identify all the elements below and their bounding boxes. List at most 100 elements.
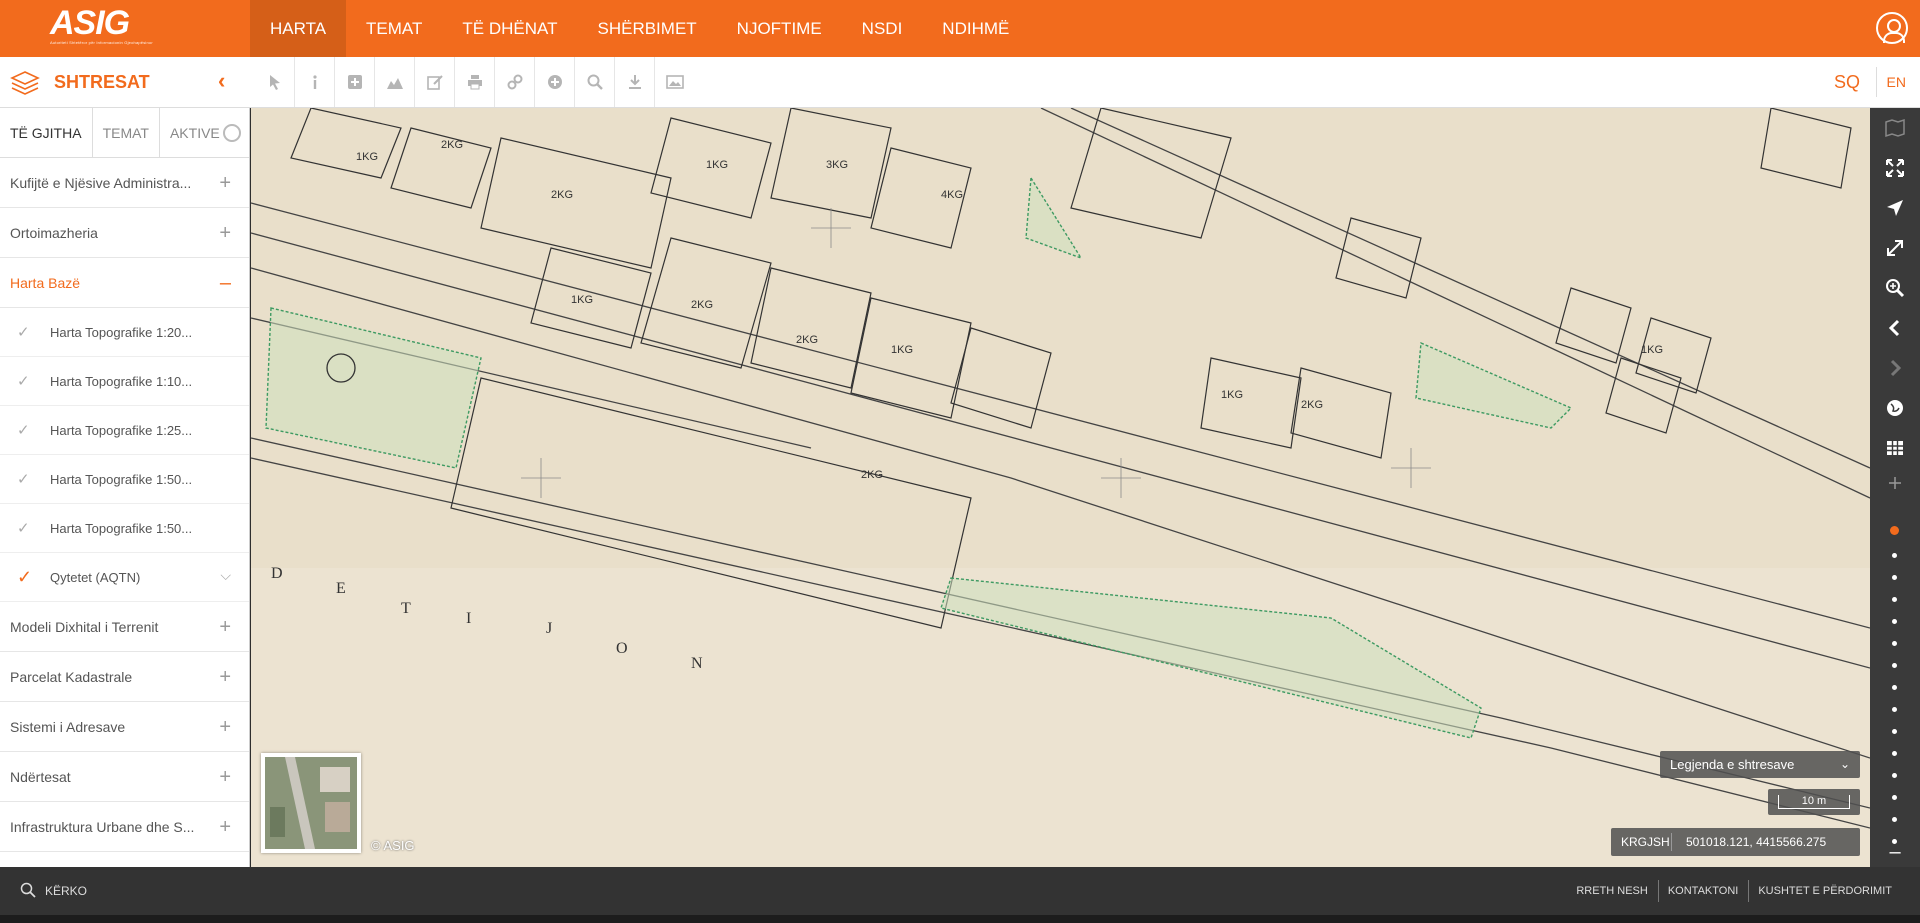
check-icon[interactable]: ✓ (17, 406, 30, 455)
zoom-level-dot[interactable] (1892, 619, 1897, 624)
overview-minimap[interactable] (261, 753, 361, 853)
nav-item-te-dhenat[interactable]: TË DHËNAT (442, 0, 577, 57)
pointer-tool[interactable] (255, 57, 295, 107)
nav-item-ndihme[interactable]: NDIHMË (922, 0, 1029, 57)
globe-button[interactable] (1870, 388, 1920, 428)
svg-text:1KG: 1KG (891, 344, 913, 356)
zoom-level-dot[interactable] (1892, 663, 1897, 668)
image-tool[interactable] (655, 57, 695, 107)
expand-icon[interactable]: + (219, 208, 231, 258)
nav-item-harta[interactable]: HARTA (250, 0, 347, 57)
language-en[interactable]: EN (1887, 74, 1906, 90)
zoom-in-button[interactable] (1870, 268, 1920, 308)
topographic-map[interactable]: D E T I J O N 2KG 1KG 2KG 1KG 3KG 4KG 1K… (251, 108, 1870, 867)
tab-temat[interactable]: TEMAT (93, 108, 160, 158)
layers-icon[interactable] (10, 70, 40, 96)
add-box-tool[interactable] (335, 57, 375, 107)
nav-item-temat[interactable]: TEMAT (346, 0, 442, 57)
search-label[interactable]: KËRKO (45, 884, 87, 898)
expand-icon[interactable]: + (219, 752, 231, 802)
layer-group-kufijte[interactable]: Kufijtë e Njësive Administra... + (0, 158, 249, 208)
layer-group-harta-baze[interactable]: Harta Bazë – (0, 258, 249, 308)
zoom-level-dot[interactable] (1892, 597, 1897, 602)
zoom-level-dot[interactable] (1892, 707, 1897, 712)
expand-icon[interactable]: + (219, 652, 231, 702)
layer-group-parcelat[interactable]: Parcelat Kadastrale + (0, 652, 249, 702)
check-icon[interactable]: ✓ (17, 357, 30, 406)
download-tool[interactable] (615, 57, 655, 107)
collapse-icon[interactable]: – (220, 258, 231, 308)
edit-tool[interactable] (415, 57, 455, 107)
zoom-level-dot[interactable] (1892, 641, 1897, 646)
asig-logo[interactable]: ASIG Autoriteti Shtetëror për Informacio… (50, 6, 155, 50)
sublayer-harta-topografike-4[interactable]: ✓ Harta Topografike 1:50... (0, 455, 249, 504)
check-icon[interactable]: ✓ (17, 504, 30, 553)
sublayer-harta-topografike-2[interactable]: ✓ Harta Topografike 1:10... (0, 357, 249, 406)
zoom-level-dot[interactable] (1892, 575, 1897, 580)
add-circle-tool[interactable] (535, 57, 575, 107)
user-icon[interactable] (1876, 12, 1908, 44)
layer-group-modeli-dixhital[interactable]: Modeli Dixhital i Terrenit + (0, 602, 249, 652)
layer-group-adresave[interactable]: Sistemi i Adresave + (0, 702, 249, 752)
legend-button[interactable]: Legjenda e shtresave ⌄ (1660, 751, 1860, 778)
fullscreen-icon (1886, 159, 1904, 177)
zoom-level-dot[interactable] (1892, 795, 1897, 800)
layer-group-ortoimazheria[interactable]: Ortoimazheria + (0, 208, 249, 258)
profile-tool[interactable] (375, 57, 415, 107)
grid-button[interactable] (1870, 428, 1920, 468)
bottom-strip (0, 915, 1920, 923)
footer-link-kushtet[interactable]: KUSHTET E PËRDORIMIT (1748, 867, 1902, 915)
tab-aktive[interactable]: AKTIVE (160, 108, 230, 158)
crs-label[interactable]: KRGJSH (1621, 828, 1670, 856)
tab-te-gjitha[interactable]: TË GJITHA (0, 108, 93, 158)
svg-text:1KG: 1KG (571, 294, 593, 306)
zoom-level-dot[interactable] (1892, 817, 1897, 822)
zoom-level-dot[interactable] (1892, 729, 1897, 734)
check-icon[interactable]: ✓ (17, 308, 30, 357)
info-tool[interactable] (295, 57, 335, 107)
coordinate-value: 501018.121, 4415566.275 (1686, 835, 1827, 849)
chevron-down-icon[interactable]: ⌵ (220, 551, 231, 600)
search-tool[interactable] (575, 57, 615, 107)
expand-icon[interactable]: + (219, 802, 231, 852)
sublayer-qytetet-aqtn[interactable]: ✓ Qytetet (AQTN) ⌵ (0, 553, 249, 602)
check-icon[interactable]: ✓ (17, 553, 32, 602)
layer-group-ndertesat[interactable]: Ndërtesat + (0, 752, 249, 802)
sublayer-harta-topografike-1[interactable]: ✓ Harta Topografike 1:20... (0, 308, 249, 357)
language-separator (1876, 67, 1877, 97)
search-icon[interactable] (20, 882, 36, 898)
zoom-level-dot[interactable] (1892, 685, 1897, 690)
check-icon[interactable]: ✓ (17, 455, 30, 504)
sublayer-harta-topografike-5[interactable]: ✓ Harta Topografike 1:50... (0, 504, 249, 553)
sublayer-label: Harta Topografike 1:25... (50, 423, 193, 438)
expand-button[interactable] (1870, 228, 1920, 268)
link-tool[interactable] (495, 57, 535, 107)
zoom-plus-button[interactable] (1870, 463, 1920, 503)
expand-icon[interactable]: + (219, 158, 231, 208)
print-tool[interactable] (455, 57, 495, 107)
fullscreen-button[interactable] (1870, 148, 1920, 188)
basemap-button[interactable] (1870, 108, 1920, 148)
nav-item-njoftime[interactable]: NJOFTIME (717, 0, 842, 57)
map-canvas[interactable]: D E T I J O N 2KG 1KG 2KG 1KG 3KG 4KG 1K… (251, 108, 1870, 867)
expand-icon[interactable]: + (219, 602, 231, 652)
language-sq[interactable]: SQ (1834, 72, 1860, 93)
zoom-level-dot[interactable] (1892, 751, 1897, 756)
nav-item-sherbimet[interactable]: SHËRBIMET (577, 0, 716, 57)
nav-item-nsdi[interactable]: NSDI (842, 0, 923, 57)
settings-icon[interactable] (223, 124, 241, 142)
expand-icon[interactable]: + (219, 702, 231, 752)
locate-button[interactable] (1870, 188, 1920, 228)
collapse-panel-button[interactable]: ‹ (218, 70, 225, 92)
zoom-level-dot[interactable] (1892, 553, 1897, 558)
zoom-out-button[interactable]: – (1870, 837, 1920, 867)
sublayer-harta-topografike-3[interactable]: ✓ Harta Topografike 1:25... (0, 406, 249, 455)
zoom-level-dot[interactable] (1892, 773, 1897, 778)
zoom-level-dot[interactable] (1890, 526, 1899, 535)
footer-link-rreth-nesh[interactable]: RRETH NESH (1566, 867, 1658, 915)
forward-button[interactable] (1870, 348, 1920, 388)
footer-link-kontaktoni[interactable]: KONTAKTONI (1657, 867, 1749, 915)
layer-group-infrastruktura[interactable]: Infrastruktura Urbane dhe S... + (0, 802, 249, 852)
back-button[interactable] (1870, 308, 1920, 348)
top-bar: ASIG Autoriteti Shtetëror për Informacio… (0, 0, 1920, 57)
